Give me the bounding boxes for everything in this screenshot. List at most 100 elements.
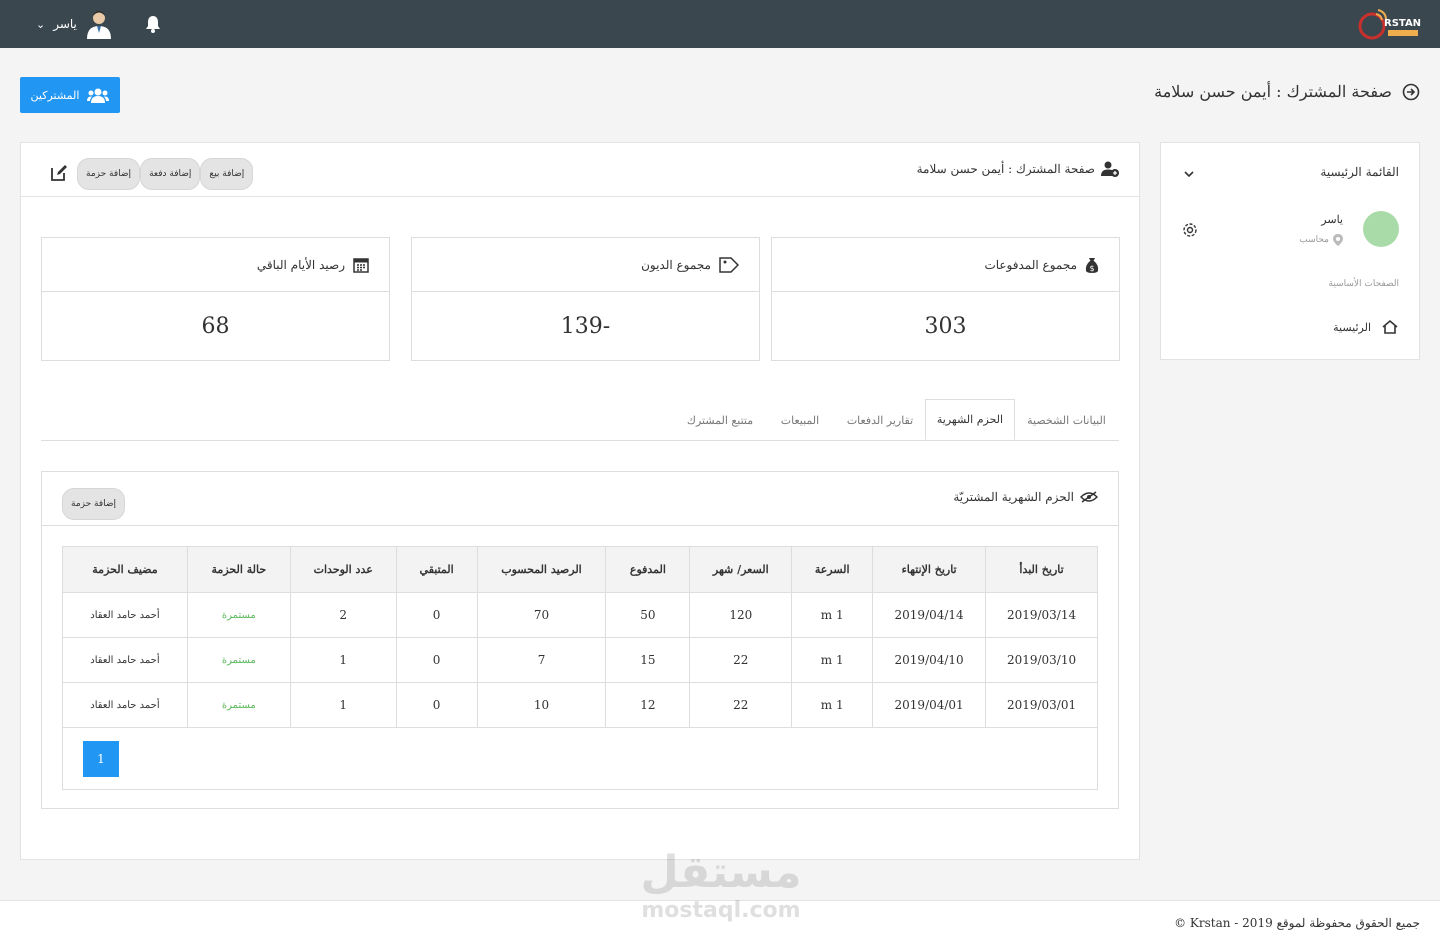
stat-header: $ مجموع المدفوعات [772,238,1119,292]
arrow-right-circle-icon[interactable] [1402,83,1420,101]
packages-panel-header: الحزم الشهرية المشتريّة إضافة حزمة [42,472,1118,526]
table-row: 2019/03/10 2019/04/10 1 m 22 15 7 0 1 مس… [62,637,1098,683]
table-cell: 0 [395,682,478,728]
column-header: حالة الحزمة [186,546,291,593]
add-payment-button[interactable]: إضافة دفعة [140,158,201,190]
table-cell: 2019/03/10 [985,637,1098,683]
table-cell: 1 [289,637,397,683]
packages-panel: الحزم الشهرية المشتريّة إضافة حزمة تاريخ… [41,471,1119,809]
brand-logo-text: RSTAN [1384,18,1421,29]
table-cell: 22 [689,637,793,683]
brand-logo[interactable]: RSTAN [1358,6,1422,42]
table-cell: 1 m [791,637,874,683]
column-header: السعر/ شهر [689,546,793,593]
subscriber-card-header: صفحة المشترك : أيمن حسن سلامة إضافة حزمة… [21,143,1139,197]
user-menu[interactable]: ⌄ ياسر [36,9,113,39]
calendar-icon [353,257,369,273]
page-header: صفحة المشترك : أيمن حسن سلامة [1154,82,1420,101]
column-header: المتبقي [395,546,478,593]
table-cell: 7 [476,637,607,683]
packages-table-wrapper: تاريخ البدأ تاريخ الإنتهاء السرعة السعر/… [62,546,1098,790]
tab-subscriber-tracker[interactable]: متتبع المشترك [675,399,765,441]
add-package-button[interactable]: إضافة حزمة [77,158,141,190]
table-cell: 1 m [791,592,874,638]
table-cell: أحمد حامد العقاد [62,682,188,728]
user-plus-icon [1101,161,1119,177]
column-header: الرصيد المحسوب [476,546,607,593]
tab-personal-data[interactable]: البيانات الشخصية [1014,399,1119,441]
stat-header: رصيد الأيام الباقي [42,238,389,292]
table-cell: 2019/03/01 [985,682,1098,728]
user-avatar-icon [86,11,111,39]
subscribers-button-label: المشتركين [30,88,80,102]
svg-text:$: $ [1089,264,1094,273]
stat-value: 303 [924,313,967,339]
home-icon [1382,319,1398,334]
sidebar-heading: القائمة الرئيسية [1320,165,1399,179]
sidebar-user-role: محاسب [1299,234,1343,246]
table-cell: أحمد حامد العقاد [62,592,188,638]
status-badge: مستمرة [186,682,291,728]
table-cell: 2019/04/10 [872,637,987,683]
eye-slash-icon [1080,491,1098,503]
column-header: السرعة [791,546,874,593]
card-action-buttons: إضافة حزمة إضافة دفعة إضافة بيع [77,158,254,190]
tag-icon [719,256,739,273]
column-header: المدفوع [605,546,691,593]
table-cell: 2019/03/14 [985,592,1098,638]
add-sale-button[interactable]: إضافة بيع [200,158,254,190]
stat-label: مجموع الديون [641,257,711,272]
column-header: عدد الوحدات [289,546,397,593]
footer: جميع الحقوق محفوظة لموقع Krstan - 2019 © [0,900,1440,948]
money-bag-icon: $ [1085,257,1099,273]
table-cell: أحمد حامد العقاد [62,637,188,683]
packages-table: تاريخ البدأ تاريخ الإنتهاء السرعة السعر/… [62,546,1098,728]
tab-payment-reports[interactable]: تقارير الدفعات [835,399,925,441]
stat-header: مجموع الديون [412,238,759,292]
table-cell: 2019/04/01 [872,682,987,728]
packages-panel-title: الحزم الشهرية المشتريّة [953,490,1098,504]
column-header: تاريخ الإنتهاء [872,546,987,593]
sidebar-user-role-text: محاسب [1299,235,1329,245]
top-navbar: ⌄ ياسر RSTAN [0,0,1440,48]
table-cell: 15 [605,637,691,683]
column-header: مضيف الحزمة [62,546,188,593]
subscribers-button[interactable]: المشتركين [20,77,120,113]
sidebar-avatar [1363,211,1399,247]
stat-total-debts: مجموع الديون 139- [411,237,760,361]
subscriber-card-title: صفحة المشترك : أيمن حسن سلامة [917,161,1119,177]
subscriber-card: صفحة المشترك : أيمن حسن سلامة إضافة حزمة… [20,142,1140,860]
stat-value: 68 [201,313,230,339]
gear-icon[interactable] [1181,221,1199,239]
status-badge: مستمرة [186,592,291,638]
table-cell: 2019/04/14 [872,592,987,638]
table-cell: 70 [476,592,607,638]
table-cell: 1 [289,682,397,728]
table-cell: 12 [605,682,691,728]
chevron-down-icon[interactable] [1183,169,1195,179]
sidebar-item-home-label: الرئيسية [1333,320,1371,334]
stat-label: مجموع المدفوعات [984,257,1077,272]
pagination-page-1[interactable]: 1 [83,741,119,777]
add-package-button[interactable]: إضافة حزمة [62,488,126,520]
sidebar-item-home[interactable]: الرئيسية [1333,319,1399,335]
edit-icon[interactable] [49,163,69,183]
table-cell: 10 [476,682,607,728]
stat-value: 139- [560,313,611,339]
users-icon [87,88,110,103]
stat-remaining-days: رصيد الأيام الباقي 68 [41,237,390,361]
table-cell: 50 [605,592,691,638]
sidebar-section-label: الصفحات الأساسية [1328,279,1399,289]
subscriber-tabs: البيانات الشخصية الحزم الشهرية تقارير ال… [41,399,1119,441]
sidebar: القائمة الرئيسية ياسر محاسب الصفحات الأس… [1160,142,1420,360]
table-row: 2019/03/14 2019/04/14 1 m 120 50 70 0 2 … [62,592,1098,638]
table-cell: 2 [289,592,397,638]
sidebar-user-name: ياسر [1321,213,1343,226]
table-cell: 22 [689,682,793,728]
footer-copyright: جميع الحقوق محفوظة لموقع Krstan - 2019 © [1174,916,1420,930]
tab-sales[interactable]: المبيعات [765,399,835,441]
table-cell: 0 [395,637,478,683]
packages-panel-title-text: الحزم الشهرية المشتريّة [953,490,1074,504]
tab-monthly-packages[interactable]: الحزم الشهرية [925,399,1015,440]
bell-icon[interactable] [145,15,161,33]
